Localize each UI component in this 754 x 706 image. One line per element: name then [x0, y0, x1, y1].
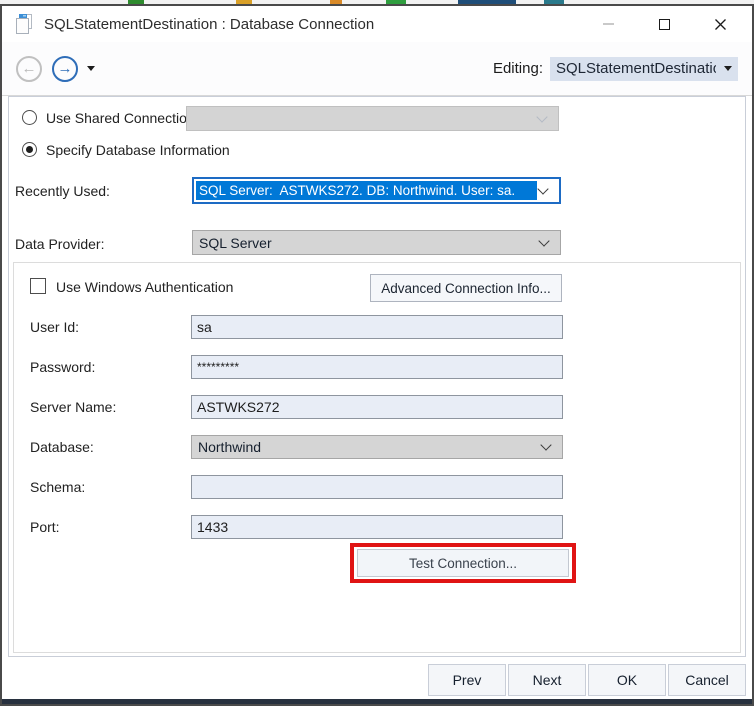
editing-selector: Editing: SQLStatementDestination [493, 57, 738, 81]
close-icon [714, 18, 727, 31]
minimize-button[interactable] [580, 6, 636, 42]
password-value: ********* [197, 360, 239, 374]
database-connection-dialog: SQLStatementDestination : Database Conne… [0, 4, 754, 706]
port-label: Port: [30, 519, 60, 535]
recently-used-selected-value: SQL Server: ASTWKS272. DB: Northwind. Us… [196, 181, 537, 200]
shared-connection-combobox [186, 106, 559, 131]
advanced-connection-info-label: Advanced Connection Info... [381, 281, 551, 296]
use-shared-connection-label: Use Shared Connection [46, 110, 195, 126]
recently-used-combobox[interactable]: SQL Server: ASTWKS272. DB: Northwind. Us… [192, 177, 561, 204]
user-id-value: sa [197, 319, 212, 335]
specify-database-information-radio[interactable] [22, 142, 37, 157]
port-value: 1433 [197, 519, 228, 535]
connection-panel: Use Shared Connection Specify Database I… [8, 96, 746, 657]
back-button[interactable]: ← [16, 56, 42, 82]
test-connection-label: Test Connection... [409, 556, 517, 571]
database-combobox[interactable]: Northwind [191, 435, 563, 459]
schema-label: Schema: [30, 479, 85, 495]
footer-button-bar: Prev Next OK Cancel [426, 664, 746, 696]
database-value: Northwind [192, 439, 542, 455]
test-connection-button[interactable]: Test Connection... [357, 549, 569, 577]
specify-database-information-label: Specify Database Information [46, 142, 230, 158]
ok-button-label: OK [617, 672, 637, 688]
chevron-down-icon [536, 111, 547, 122]
cancel-button[interactable]: Cancel [668, 664, 746, 696]
prev-button-label: Prev [453, 672, 482, 688]
user-id-label: User Id: [30, 319, 79, 335]
data-provider-value: SQL Server [193, 235, 540, 251]
next-button-label: Next [533, 672, 562, 688]
next-button[interactable]: Next [508, 664, 586, 696]
ok-button[interactable]: OK [588, 664, 666, 696]
forward-button[interactable]: → [52, 56, 78, 82]
maximize-button[interactable] [636, 6, 692, 42]
screen: SQLStatementDestination : Database Conne… [0, 0, 754, 706]
maximize-icon [659, 19, 670, 30]
recently-used-label: Recently Used: [15, 183, 110, 199]
window-bottom-edge [2, 699, 752, 704]
data-provider-combobox[interactable]: SQL Server [192, 230, 561, 255]
window-controls [580, 6, 748, 42]
title-bar: SQLStatementDestination : Database Conne… [2, 6, 752, 42]
chevron-down-icon [537, 183, 548, 194]
editing-label: Editing: [493, 60, 543, 77]
chevron-down-icon [724, 66, 732, 71]
forward-history-caret-icon[interactable] [87, 66, 95, 71]
server-name-value: ASTWKS272 [197, 399, 279, 415]
use-windows-authentication-label: Use Windows Authentication [56, 279, 233, 295]
server-name-field[interactable]: ASTWKS272 [191, 395, 563, 419]
editing-dropdown-value: SQLStatementDestination [556, 60, 716, 77]
chevron-down-icon [540, 439, 551, 450]
chevron-down-icon [538, 235, 549, 246]
minimize-icon [603, 23, 614, 25]
port-field[interactable]: 1433 [191, 515, 563, 539]
use-shared-connection-radio[interactable] [22, 110, 37, 125]
close-button[interactable] [692, 6, 748, 42]
password-label: Password: [30, 359, 95, 375]
server-name-label: Server Name: [30, 399, 116, 415]
prev-button[interactable]: Prev [428, 664, 506, 696]
database-details-groupbox: Use Windows Authentication Advanced Conn… [13, 262, 741, 653]
use-windows-authentication-checkbox[interactable] [30, 278, 46, 294]
window-title: SQLStatementDestination : Database Conne… [44, 16, 374, 33]
cancel-button-label: Cancel [685, 672, 729, 688]
data-provider-label: Data Provider: [15, 236, 104, 252]
navigation-bar: ← → Editing: SQLStatementDestination [2, 42, 752, 95]
database-label: Database: [30, 439, 94, 455]
password-field[interactable]: ********* [191, 355, 563, 379]
schema-field[interactable] [191, 475, 563, 499]
user-id-field[interactable]: sa [191, 315, 563, 339]
advanced-connection-info-button[interactable]: Advanced Connection Info... [370, 274, 562, 302]
annotation-highlight-rectangle: Test Connection... [350, 543, 576, 583]
editing-dropdown[interactable]: SQLStatementDestination [550, 57, 738, 81]
window-document-icon [14, 13, 34, 35]
